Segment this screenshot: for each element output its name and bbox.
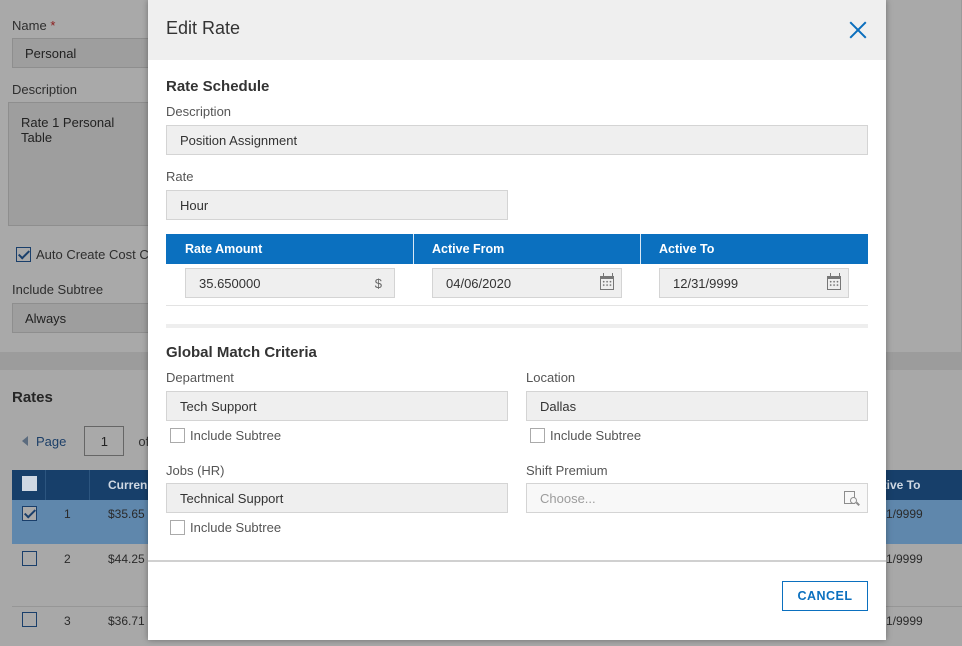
section-divider (166, 324, 868, 328)
rate-amount-field[interactable]: 35.650000 $ (185, 268, 395, 298)
cancel-button[interactable]: CANCEL (782, 581, 868, 611)
rate-schedule-title: Rate Schedule (166, 78, 270, 95)
header-current[interactable]: Curren (108, 470, 147, 500)
rate-table-header: Rate Amount Active From Active To (166, 234, 868, 264)
jobs-field[interactable]: Technical Support (166, 483, 508, 513)
rate-label: Rate (166, 169, 194, 184)
active-from-field[interactable]: 04/06/2020 (432, 268, 622, 298)
rate-field[interactable]: Hour (166, 190, 508, 220)
close-icon[interactable] (848, 20, 868, 40)
row-checkbox[interactable] (22, 612, 37, 627)
page-label: Page (36, 433, 67, 449)
column-separator (640, 234, 641, 264)
active-from-value: 04/06/2020 (446, 275, 512, 291)
row-current: $44.25 (108, 552, 145, 566)
shift-premium-field[interactable]: Choose... (526, 483, 868, 513)
column-separator (413, 234, 414, 264)
name-input[interactable]: Personal (12, 38, 152, 68)
column-rate-amount: Rate Amount (185, 242, 263, 256)
column-active-from: Active From (432, 242, 505, 256)
description-label: Description (166, 104, 232, 119)
edit-rate-modal: Edit Rate Rate Schedule Description Posi… (148, 0, 886, 640)
page-input[interactable]: 1 (84, 426, 125, 456)
rates-title: Rates (12, 389, 53, 406)
prev-page-icon[interactable] (22, 436, 28, 446)
lookup-search-icon[interactable] (844, 491, 860, 506)
rate-row-divider (166, 305, 868, 306)
row-current: $36.71 (108, 614, 145, 628)
row-active-to: 1/9999 (886, 552, 923, 566)
location-include-subtree-label: Include Subtree (550, 428, 642, 443)
shift-premium-label: Shift Premium (526, 463, 608, 478)
active-to-field[interactable]: 12/31/9999 (659, 268, 849, 298)
location-field[interactable]: Dallas (526, 391, 868, 421)
row-active-to: 1/9999 (886, 614, 923, 628)
auto-create-label: Auto Create Cost Ce (36, 247, 156, 262)
currency-symbol: $ (374, 276, 382, 291)
location-label: Location (526, 370, 576, 385)
pager: Page 1 of 1 (22, 426, 160, 456)
description-textarea[interactable]: Rate 1 Personal Table (8, 102, 152, 226)
row-checkbox[interactable] (22, 506, 37, 521)
modal-header: Edit Rate (148, 0, 886, 60)
description-field[interactable]: Position Assignment (166, 125, 868, 155)
row-number: 1 (64, 507, 71, 521)
header-separator (89, 470, 90, 500)
row-active-to: 1/9999 (886, 507, 923, 521)
calendar-icon[interactable] (827, 273, 841, 290)
rate-amount-value: 35.650000 (199, 275, 261, 291)
row-number: 3 (64, 614, 71, 628)
calendar-icon[interactable] (600, 273, 614, 290)
department-label: Department (166, 370, 234, 385)
jobs-include-subtree-checkbox[interactable] (170, 520, 185, 535)
location-include-subtree-checkbox[interactable] (530, 428, 545, 443)
include-subtree-select[interactable]: Always (12, 303, 152, 333)
modal-title: Edit Rate (166, 18, 241, 38)
select-all-checkbox[interactable] (22, 476, 37, 491)
shift-premium-placeholder: Choose... (540, 490, 596, 506)
jobs-include-subtree-label: Include Subtree (190, 520, 282, 535)
row-checkbox[interactable] (22, 551, 37, 566)
global-match-title: Global Match Criteria (166, 344, 317, 361)
required-marker: * (50, 18, 56, 33)
department-include-subtree-label: Include Subtree (190, 428, 282, 443)
jobs-label: Jobs (HR) (166, 463, 225, 478)
department-include-subtree-checkbox[interactable] (170, 428, 185, 443)
include-subtree-label: Include Subtree (12, 282, 104, 297)
row-current: $35.65 (108, 507, 145, 521)
description-label: Description (12, 82, 78, 97)
auto-create-checkbox[interactable] (16, 247, 31, 262)
name-label: Name * (12, 18, 56, 33)
footer-divider (148, 560, 886, 562)
department-field[interactable]: Tech Support (166, 391, 508, 421)
column-active-to: Active To (659, 242, 715, 256)
header-separator (45, 470, 46, 500)
active-to-value: 12/31/9999 (673, 275, 739, 291)
row-number: 2 (64, 552, 71, 566)
